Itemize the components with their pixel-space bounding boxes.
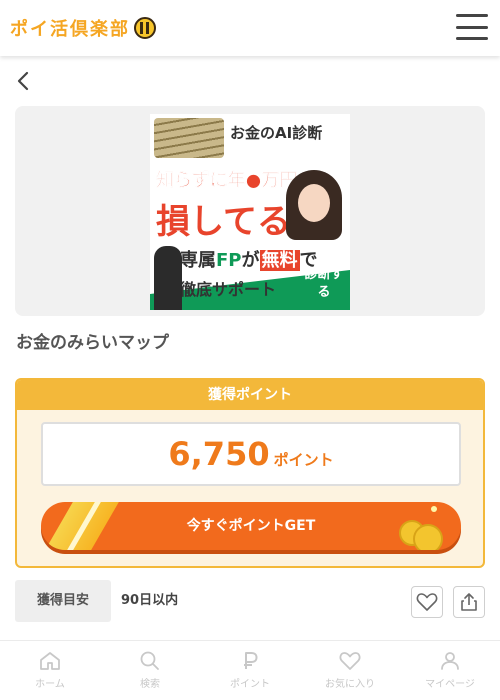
target-label: 獲得目安: [15, 580, 111, 622]
points-value: 6,750: [168, 435, 270, 473]
target-value: 90日以内: [121, 593, 179, 608]
nav-mypage[interactable]: マイページ: [400, 641, 500, 700]
back-arrow-icon[interactable]: [14, 70, 34, 92]
nav-mypage-label: マイページ: [425, 679, 475, 690]
point-icon: [244, 652, 258, 669]
get-points-button[interactable]: 今すぐポイントGET: [41, 502, 461, 550]
points-card-header: 獲得ポイント: [17, 380, 483, 410]
logo-text: ポイ活倶楽部: [10, 19, 130, 40]
points-unit: ポイント: [273, 451, 334, 469]
banner-top-text: お金のAI診断: [230, 124, 323, 142]
coin-icon: [397, 506, 447, 550]
points-card: 獲得ポイント 6,750 ポイント 今すぐポイントGET: [15, 378, 485, 568]
offer-banner-image[interactable]: お金のAI診断 知らずに年●万円 損してる!? 専属FPが 無料で 徹底サポート …: [150, 114, 350, 310]
banner-diagnose-badge: 診断する: [304, 267, 344, 300]
nav-favorites-label: お気に入り: [325, 679, 375, 690]
user-icon: [441, 652, 459, 670]
get-points-button-label: 今すぐポイントGET: [186, 518, 316, 534]
share-icon: [461, 593, 477, 611]
nav-points[interactable]: ポイント: [200, 641, 300, 700]
man-illustration: [154, 246, 182, 310]
home-icon: [40, 652, 60, 670]
app-header: ポイ活倶楽部: [0, 0, 500, 56]
search-icon: [140, 651, 159, 670]
heart-icon: [339, 652, 361, 670]
banner-container: お金のAI診断 知らずに年●万円 損してる!? 専属FPが 無料で 徹底サポート …: [15, 106, 485, 316]
woman-illustration: [286, 170, 342, 240]
nav-favorites[interactable]: お気に入り: [300, 641, 400, 700]
money-stack-illustration: [154, 118, 224, 158]
points-display: 6,750 ポイント: [41, 422, 461, 486]
nav-search[interactable]: 検索: [100, 641, 200, 700]
nav-home[interactable]: ホーム: [0, 641, 100, 700]
hamburger-menu-icon[interactable]: [456, 14, 488, 40]
nav-search-label: 検索: [140, 679, 160, 690]
nav-home-label: ホーム: [35, 679, 65, 690]
bee-logo-icon: [134, 17, 156, 39]
banner-subline-2: 徹底サポート: [180, 280, 277, 299]
heart-icon: [416, 593, 438, 611]
share-button[interactable]: [453, 586, 485, 618]
banner-headline-1: 知らずに年●万円: [156, 170, 298, 192]
target-row: 獲得目安 90日以内: [15, 580, 485, 622]
banner-subline-1: 専属FPが 無料で: [180, 250, 318, 271]
favorite-button[interactable]: [411, 586, 443, 618]
offer-title: お金のみらいマップ: [16, 333, 169, 353]
site-logo[interactable]: ポイ活倶楽部: [10, 14, 156, 42]
bottom-navigation: ホーム 検索 ポイント お気に入り マイページ: [0, 640, 500, 700]
offer-detail: お金のAI診断 知らずに年●万円 損してる!? 専属FPが 無料で 徹底サポート …: [0, 56, 500, 640]
nav-points-label: ポイント: [230, 679, 270, 690]
